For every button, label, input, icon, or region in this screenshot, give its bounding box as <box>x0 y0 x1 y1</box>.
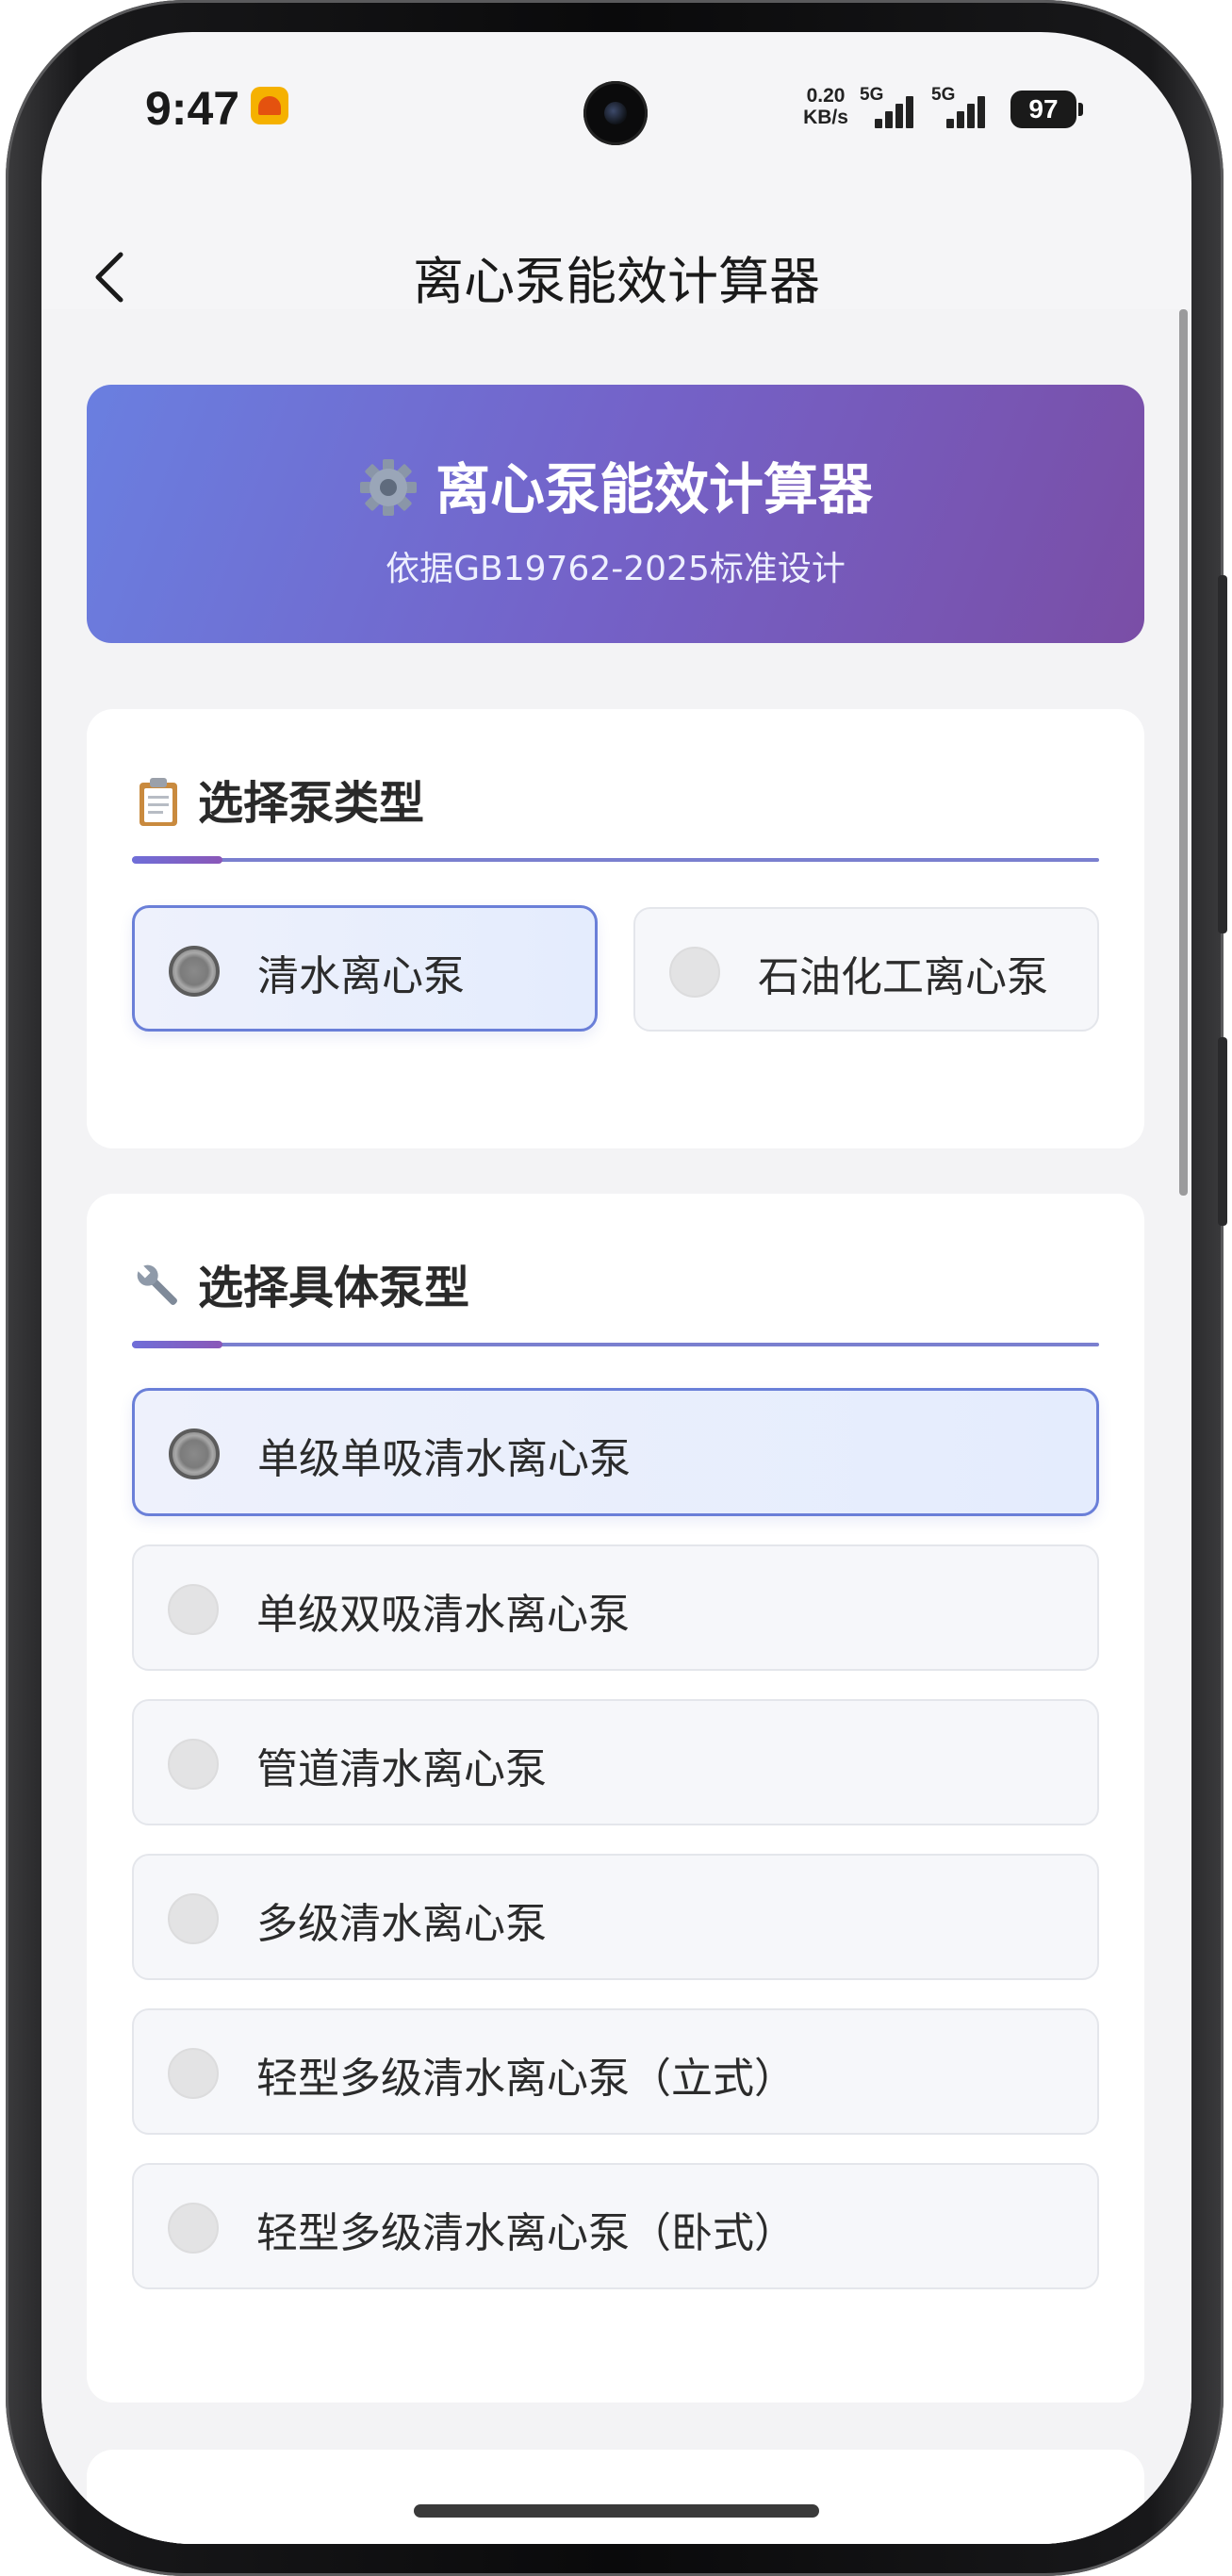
option-label: 管道清水离心泵 <box>256 1745 547 1793</box>
pump-model-option[interactable]: 轻型多级清水离心泵（立式） <box>132 2008 1099 2135</box>
power-button <box>1218 1037 1227 1226</box>
radio-unselected <box>168 1584 219 1635</box>
radio-unselected <box>168 2203 219 2254</box>
pump-model-option[interactable]: 多级清水离心泵 <box>132 1854 1099 1980</box>
volume-button <box>1218 575 1227 933</box>
radio-selected <box>169 946 220 997</box>
net-speed-unit: KB/s <box>803 107 848 128</box>
page-title: 离心泵能效计算器 <box>413 252 820 311</box>
radio-unselected <box>168 1739 219 1790</box>
header-banner: 离心泵能效计算器 依据GB19762-2025标准设计 <box>87 385 1144 643</box>
pump-model-card: 选择具体泵型 单级单吸清水离心泵 单级双吸清水离心泵 管道清水离心泵 多级清水离… <box>87 1194 1144 2403</box>
radio-unselected <box>168 1893 219 1944</box>
option-label: 清水离心泵 <box>257 952 465 1000</box>
status-time: 9:47 <box>145 82 240 135</box>
radio-unselected <box>168 2048 219 2099</box>
battery-icon: 97 <box>1010 91 1083 128</box>
banner-title-row: 离心泵能效计算器 <box>87 445 1144 524</box>
banner-title: 离心泵能效计算器 <box>435 457 873 521</box>
scrollbar[interactable] <box>1179 309 1188 1196</box>
phone-frame: 9:47 0.20 KB/s 5G 5G 97 离心泵能效计算器 离心泵能效计算… <box>6 0 1227 2576</box>
pump-category-card: 选择泵类型 清水离心泵 石油化工离心泵 <box>87 709 1144 1148</box>
front-camera <box>583 81 648 145</box>
section-title-label: 选择具体泵型 <box>198 1262 470 1314</box>
pump-type-option-clean-water[interactable]: 清水离心泵 <box>132 905 598 1032</box>
option-label: 单级双吸清水离心泵 <box>256 1591 630 1639</box>
pump-model-option[interactable]: 单级单吸清水离心泵 <box>132 1388 1099 1516</box>
section-title-pump-type: 选择泵类型 <box>132 766 424 832</box>
network-speed: 0.20 KB/s <box>797 85 854 128</box>
clipboard-icon <box>140 778 177 826</box>
next-section-card <box>87 2450 1144 2544</box>
screen: 9:47 0.20 KB/s 5G 5G 97 离心泵能效计算器 离心泵能效计算… <box>41 32 1191 2544</box>
section-title-label: 选择泵类型 <box>198 777 425 830</box>
radio-unselected <box>669 947 720 998</box>
section-divider <box>132 1341 1099 1348</box>
pump-model-option[interactable]: 轻型多级清水离心泵（卧式） <box>132 2163 1099 2289</box>
home-indicator[interactable] <box>414 2504 819 2518</box>
section-divider <box>132 856 1099 864</box>
wrench-icon <box>137 1264 177 1305</box>
option-label: 单级单吸清水离心泵 <box>257 1435 631 1483</box>
status-bar: 9:47 0.20 KB/s 5G 5G 97 <box>41 32 1191 221</box>
signal-icon-sim2: 5G <box>931 85 994 128</box>
section-title-pump-model: 选择具体泵型 <box>132 1250 469 1316</box>
option-label: 轻型多级清水离心泵（卧式） <box>256 2209 796 2257</box>
radio-selected <box>169 1428 220 1479</box>
gear-icon <box>359 459 417 516</box>
content-area: 离心泵能效计算器 依据GB19762-2025标准设计 选择泵类型 清水离心泵 … <box>41 309 1191 2544</box>
signal-icon-sim1: 5G <box>860 85 922 128</box>
pump-model-option[interactable]: 单级双吸清水离心泵 <box>132 1544 1099 1671</box>
option-label: 多级清水离心泵 <box>256 1900 547 1948</box>
option-label: 轻型多级清水离心泵（立式） <box>256 2055 796 2103</box>
net-speed-value: 0.20 <box>806 85 846 107</box>
option-label: 石油化工离心泵 <box>758 953 1048 1001</box>
banner-subtitle: 依据GB19762-2025标准设计 <box>386 550 846 588</box>
app-notification-icon <box>251 87 288 124</box>
pump-model-option[interactable]: 管道清水离心泵 <box>132 1699 1099 1825</box>
pump-type-option-petrochemical[interactable]: 石油化工离心泵 <box>633 907 1099 1032</box>
battery-level: 97 <box>1028 94 1059 124</box>
